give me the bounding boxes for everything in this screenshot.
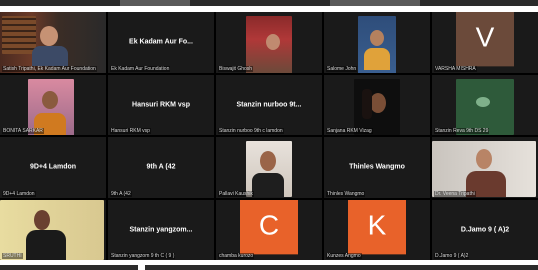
avatar: K [348,199,406,255]
participant-display-name: Stanzin nurboo 9t... [236,101,302,109]
participant-video [456,78,514,135]
participant-face [476,149,492,169]
participant-tile[interactable]: Thinles Wangmo Thinles Wangmo [324,137,430,198]
participant-face [370,92,386,113]
participant-tile[interactable]: Dr. Veena Tripathi [432,137,538,198]
participant-tile[interactable]: 9D+4 Lamdon 9D+4 Lamdon [0,137,106,198]
participant-display-name: Thinles Wangmo [349,163,405,171]
participant-name: Satish Tripathi, Ek Kadam Aur Foundation [2,65,97,72]
avatar-letter: K [367,209,387,241]
participant-name: Salome John [326,65,358,72]
participant-tile[interactable]: V VARSHA MISHRA [432,12,538,73]
participant-face [266,34,280,50]
avatar-letter: V [475,21,495,53]
participant-tile[interactable]: K Kunzes Angmo [324,199,430,260]
participant-tile[interactable]: Biswajit Ghosh [216,12,322,73]
participant-tile[interactable]: Stanzin Reva 9th DS 29 [432,74,538,135]
participant-name: Thinles Wangmo [326,190,366,197]
participant-face [42,90,58,109]
participant-name: BONITA SARKAR [2,128,44,134]
participant-tile[interactable]: Satish Tripathi, Ek Kadam Aur Foundation [0,12,106,73]
participant-name: Sanjana RKM Vizag [326,128,373,134]
participant-tile[interactable]: D.Jamo 9 ( A)2 D.Jamo 9 ( A)2 [432,199,538,260]
participant-name: Stanzin nurboo 9th c lamdon [218,128,284,134]
participant-face [370,30,384,46]
participant-tile[interactable]: Ek Kadam Aur Fo... Ek Kadam Aur Foundati… [108,12,214,73]
participant-body [26,229,66,260]
participant-name: SRUTHI [2,253,23,259]
avatar: V [456,12,514,67]
bottom-window-strip [0,262,538,270]
participant-face [34,209,50,230]
participant-display-name: Ek Kadam Aur Fo... [129,38,193,46]
participant-name: Dr. Veena Tripathi [434,190,476,197]
top-strip-segment [120,0,190,6]
participant-body [364,48,390,70]
participant-tile[interactable]: BONITA SARKAR [0,74,106,135]
top-strip-segment [330,0,420,6]
participant-tile[interactable]: Sanjana RKM Vizag [324,74,430,135]
participant-name: Stanzin Reva 9th DS 29 [434,128,490,134]
participant-name: Hansuri RKM vsp [110,128,151,134]
participant-tile[interactable]: SRUTHI [0,199,106,260]
participant-tile[interactable]: Salome John [324,12,430,73]
bookshelf-background [2,16,36,54]
participant-body [252,173,284,197]
participant-name: Biswajit Ghosh [218,65,254,72]
participant-name: Stanzin yangzom 9 th C ( 9 ) [110,253,176,259]
participant-name: 9th A (42 [110,190,132,197]
participant-name: VARSHA MISHRA [434,65,477,72]
participant-tile[interactable]: 9th A (42 9th A (42 [108,137,214,198]
participant-display-name: 9D+4 Lamdon [29,163,77,171]
participant-body [32,46,68,66]
participant-tile[interactable]: Hansuri RKM vsp Hansuri RKM vsp [108,74,214,135]
participant-tile[interactable]: C chamba kurozo [216,199,322,260]
participant-display-name: Stanzin yangzom... [129,226,193,234]
participant-tile[interactable]: Stanzin nurboo 9t... Stanzin nurboo 9th … [216,74,322,135]
participant-hair [362,88,372,119]
bottom-strip-segment [0,265,138,270]
avatar: C [240,199,298,255]
participant-name: chamba kurozo [218,253,255,259]
participant-name: Pallavi Kaushik [218,190,254,197]
participant-display-name: D.Jamo 9 ( A)2 [460,226,510,234]
bottom-strip-segment [145,265,538,270]
participant-video-shape [476,96,490,107]
participant-name: Ek Kadam Aur Foundation [110,65,171,72]
video-gallery-grid: Satish Tripathi, Ek Kadam Aur Foundation… [0,12,538,260]
participant-face [40,26,58,46]
participant-name: 9D+4 Lamdon [2,190,36,197]
participant-tile[interactable]: Stanzin yangzom... Stanzin yangzom 9 th … [108,199,214,260]
top-window-strip [0,0,538,6]
participant-name: Kunzes Angmo [326,253,362,259]
participant-display-name: Hansuri RKM vsp [132,101,190,109]
participant-name: D.Jamo 9 ( A)2 [434,253,470,259]
participant-tile[interactable]: Pallavi Kaushik [216,137,322,198]
avatar-letter: C [258,209,280,241]
participant-face [260,151,276,171]
participant-display-name: 9th A (42 [146,163,176,171]
